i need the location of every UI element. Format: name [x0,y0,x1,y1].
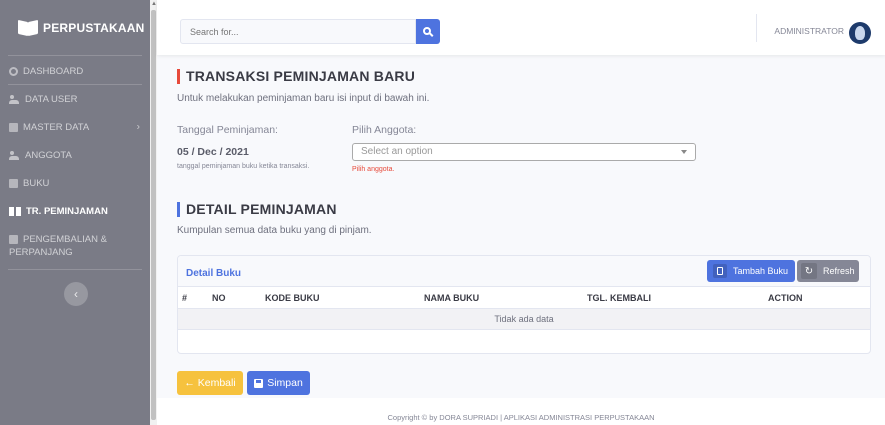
user-name[interactable]: ADMINISTRATOR [774,26,844,36]
refresh-label: Refresh [823,266,855,276]
scrollbar[interactable]: ▲ [150,0,157,425]
date-label: Tanggal Peminjaman: [177,124,278,136]
column-header: # [182,293,188,303]
sidebar-item-pengembalian[interactable]: PENGEMBALIAN & PERPANJANG [0,233,150,261]
footer-copyright: Copyright © by DORA SUPRIADI | APLIKASI … [387,413,655,422]
topbar-divider [756,14,757,42]
database-icon [9,122,18,132]
sidebar-item-tr-peminjaman[interactable]: TR. PEMINJAMAN [0,203,150,219]
card-title: Detail Buku [186,268,242,279]
detail-card: Detail Buku Tambah Buku ↻ Refresh # NO K… [177,255,871,354]
member-select[interactable]: Select an option [352,143,696,161]
refresh-icon: ↻ [801,263,817,279]
brand-title: PERPUSTAKAAN [43,20,145,35]
brand[interactable]: PERPUSTAKAAN [0,0,150,55]
column-header: KODE BUKU [265,293,320,303]
search-button[interactable] [416,19,440,44]
avatar[interactable] [849,22,871,44]
sidebar: PERPUSTAKAAN DASHBOARD DATA USER MASTER … [0,0,150,425]
sidebar-item-label: MASTER DATA [23,121,90,133]
date-hint: tanggal peminjaman buku ketika transaksi… [177,163,310,170]
footer: Copyright © by DORA SUPRIADI | APLIKASI … [157,398,885,425]
save-button[interactable]: Simpan [247,371,310,395]
chevron-left-icon: ‹ [74,287,78,301]
add-book-label: Tambah Buku [733,266,789,276]
sidebar-item-label-line2: PERPANJANG [9,247,73,258]
return-icon [9,235,18,244]
book-logo-icon [18,19,40,37]
sidebar-item-label: PENGEMBALIAN & [23,234,107,245]
sidebar-item-dashboard[interactable]: DASHBOARD [0,63,150,79]
search-input[interactable] [180,19,416,44]
users-icon [9,94,20,104]
member-select-placeholder: Select an option [361,146,433,157]
member-error: Pilih anggota. [352,166,395,173]
search-icon [423,26,431,35]
sidebar-item-anggota[interactable]: ANGGOTA [0,147,150,163]
sidebar-toggle-button[interactable]: ‹ [64,282,88,306]
book-icon [9,178,18,188]
back-button[interactable]: ← Kembali [177,371,243,395]
sidebar-item-label: BUKU [23,177,50,189]
column-header: ACTION [768,293,803,303]
save-icon [254,378,264,388]
page-subtitle: Untuk melakukan peminjaman baru isi inpu… [177,93,430,104]
sidebar-item-label: ANGGOTA [25,149,72,161]
member-label: Pilih Anggota: [352,124,417,136]
card-header: Detail Buku Tambah Buku ↻ Refresh [178,256,870,287]
dashboard-icon [9,66,18,76]
page-title: TRANSAKSI PEMINJAMAN BARU [177,68,415,84]
members-icon [9,150,20,160]
scrollbar-thumb[interactable] [151,10,156,420]
sidebar-item-label: TR. PEMINJAMAN [26,205,108,217]
sidebar-item-buku[interactable]: BUKU [0,175,150,191]
book-open-icon [9,206,21,216]
sidebar-item-label: DASHBOARD [23,65,84,77]
detail-subtitle: Kumpulan semua data buku yang di pinjam. [177,225,372,236]
sidebar-item-label: DATA USER [25,93,78,105]
chevron-right-icon: › [136,121,140,133]
table-row-empty: Tidak ada data [178,309,870,330]
sidebar-divider [8,84,142,85]
sidebar-divider [8,269,142,270]
column-header: NO [212,293,226,303]
sidebar-divider [8,55,142,56]
refresh-button[interactable]: ↻ Refresh [797,260,859,282]
sidebar-item-master-data[interactable]: MASTER DATA › [0,119,150,135]
table-header: # NO KODE BUKU NAMA BUKU TGL. KEMBALI AC… [178,287,870,309]
topbar: ADMINISTRATOR [157,0,885,55]
column-header: NAMA BUKU [424,293,480,303]
sidebar-item-data-user[interactable]: DATA USER [0,91,150,107]
book-icon [713,264,727,278]
save-label: Simpan [267,377,303,389]
add-book-button[interactable]: Tambah Buku [707,260,795,282]
search-bar [180,19,440,44]
column-header: TGL. KEMBALI [587,293,651,303]
detail-title: DETAIL PEMINJAMAN [177,201,337,217]
dropdown-arrow-icon [681,150,687,154]
date-value: 05 / Dec / 2021 [177,146,249,158]
